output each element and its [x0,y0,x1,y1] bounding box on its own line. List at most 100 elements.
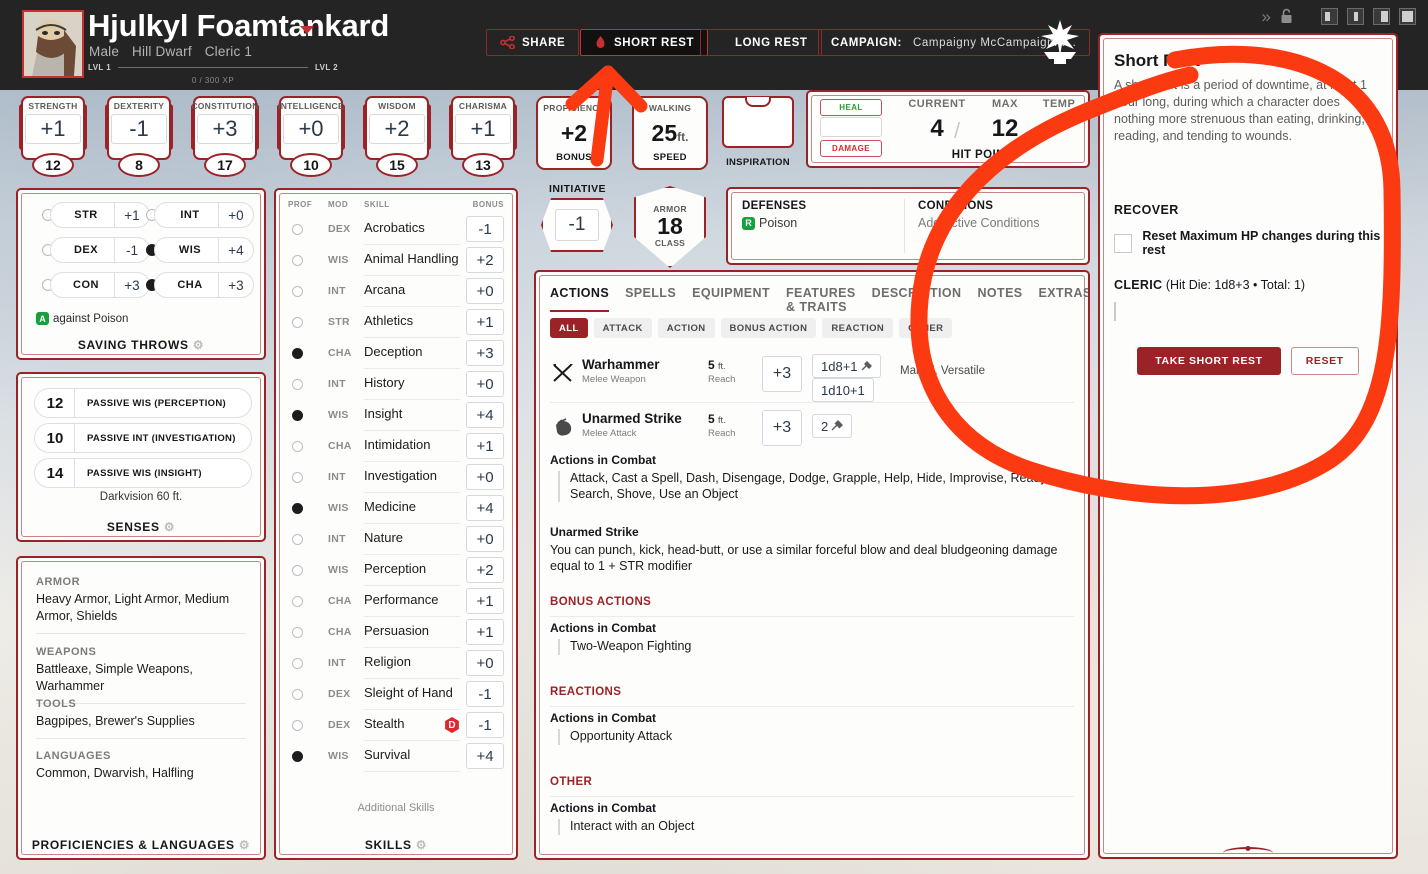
short-rest-button[interactable]: SHORT REST [580,29,709,56]
tab-notes[interactable]: NOTES [977,286,1022,312]
skill-row[interactable]: INT Investigation +0 [288,462,504,493]
skill-bonus[interactable]: +3 [466,340,504,366]
attack-damage-primary[interactable]: 1d8+1 [812,354,881,378]
skill-row[interactable]: WIS Survival +4 [288,741,504,772]
attack-to-hit[interactable]: +3 [762,356,802,392]
tab-equipment[interactable]: EQUIPMENT [692,286,770,312]
heal-button[interactable]: HEAL [820,99,882,116]
saving-throw-int[interactable]: INT +0 [146,202,254,228]
saving-throw-cha[interactable]: CHA +3 [146,272,254,298]
skill-bonus[interactable]: -1 [466,712,504,738]
ability-wisdom[interactable]: WISDOM +2 15 [360,96,434,177]
proficiency-dot[interactable] [292,503,303,514]
reset-max-hp-row[interactable]: Reset Maximum HP changes during this res… [1114,229,1396,257]
skill-row[interactable]: CHA Performance +1 [288,586,504,617]
collapse-right-icon[interactable]: » [1262,8,1271,25]
lock-icon[interactable] [1280,8,1293,24]
ability-charisma[interactable]: CHARISMA +1 13 [446,96,520,177]
skill-row[interactable]: DEX Sleight of Hand -1 [288,679,504,710]
skill-bonus[interactable]: +0 [466,371,504,397]
skill-bonus[interactable]: -1 [466,681,504,707]
skill-bonus[interactable]: +4 [466,743,504,769]
layout-full-icon[interactable] [1399,7,1416,25]
proficiency-dot[interactable] [292,658,303,669]
hit-die-checkbox-row[interactable] [1114,302,1116,321]
skill-bonus[interactable]: +2 [466,557,504,583]
hp-temp[interactable]: TEMP -- [1030,98,1088,136]
additional-skills-link[interactable]: Additional Skills [276,802,516,814]
proficiency-dot[interactable] [292,348,303,359]
skill-row[interactable]: CHA Intimidation +1 [288,431,504,462]
walking-speed-box[interactable]: WALKING 25ft. SPEED [632,96,708,170]
proficiency-dot[interactable] [292,410,303,421]
skill-bonus[interactable]: +2 [466,247,504,273]
tab-extras[interactable]: EXTRAS [1039,286,1088,312]
hp-amount-input[interactable] [820,117,882,137]
chevron-down-icon[interactable] [300,26,314,34]
saving-throw-con[interactable]: CON +3 [42,272,150,298]
proficiency-dot[interactable] [292,720,303,731]
tab-description[interactable]: DESCRIPTION [872,286,962,312]
skill-bonus[interactable]: +4 [466,402,504,428]
skill-bonus[interactable]: +0 [466,526,504,552]
skill-bonus[interactable]: +1 [466,309,504,335]
take-short-rest-button[interactable]: TAKE SHORT REST [1137,347,1281,375]
tab-actions[interactable]: ACTIONS [550,286,610,312]
attack-row-warhammer[interactable]: Warhammer Melee Weapon 5 ft. Reach +3 1d… [550,352,1074,402]
proficiency-dot[interactable] [292,255,303,266]
reset-max-hp-checkbox[interactable] [1114,233,1133,253]
ability-dexterity[interactable]: DEXTERITY -1 8 [102,96,176,177]
skill-bonus[interactable]: +1 [466,588,504,614]
skill-row[interactable]: CHA Deception +3 [288,338,504,369]
skill-row[interactable]: DEX Acrobatics -1 [288,214,504,245]
filter-other[interactable]: OTHER [899,318,953,338]
dice-anvil-icon[interactable] [1038,18,1082,66]
sense-passive-perception[interactable]: 12 PASSIVE WIS (PERCEPTION) [34,388,252,418]
long-rest-button[interactable]: LONG REST [700,29,822,56]
skill-row[interactable]: CHA Persuasion +1 [288,617,504,648]
layout-split-icon[interactable] [1373,7,1390,25]
damage-button[interactable]: DAMAGE [820,140,882,157]
defenses-section[interactable]: DEFENSES R Poison [742,200,806,230]
avatar[interactable] [22,10,84,78]
panel-drag-handle[interactable] [1223,847,1273,859]
hit-die-checkbox[interactable] [1114,302,1116,321]
tab-spells[interactable]: SPELLS [625,286,676,312]
tab-features-traits[interactable]: FEATURES & TRAITS [786,286,856,314]
filter-attack[interactable]: ATTACK [593,318,652,338]
saving-throw-dex[interactable]: DEX -1 [42,237,150,263]
hp-current[interactable]: CURRENT 4 [900,98,974,143]
skill-bonus[interactable]: +1 [466,619,504,645]
proficiency-dot[interactable] [292,627,303,638]
attack-damage-primary[interactable]: 2 [812,414,853,438]
reset-button[interactable]: RESET [1290,347,1359,375]
proficiency-dot[interactable] [292,441,303,452]
proficiency-dot[interactable] [292,379,303,390]
saving-throw-str[interactable]: STR +1 [42,202,150,228]
proficiency-dot[interactable] [292,286,303,297]
ability-strength[interactable]: STRENGTH +1 12 [16,96,90,177]
proficiency-dot[interactable] [292,534,303,545]
attack-row-unarmed-strike[interactable]: Unarmed Strike Melee Attack 5 ft. Reach … [550,406,1074,452]
proficiency-dot[interactable] [292,224,303,235]
skill-row[interactable]: INT Arcana +0 [288,276,504,307]
gear-icon[interactable]: ⚙ [164,520,175,534]
share-button[interactable]: SHARE [486,29,580,56]
proficiency-dot[interactable] [292,565,303,576]
sense-passive-insight[interactable]: 14 PASSIVE WIS (INSIGHT) [34,458,252,488]
attack-to-hit[interactable]: +3 [762,410,802,446]
layout-center-icon[interactable] [1347,7,1364,25]
skill-bonus[interactable]: +0 [466,650,504,676]
proficiency-dot[interactable] [292,472,303,483]
filter-all[interactable]: ALL [550,318,588,338]
skill-row[interactable]: INT Nature +0 [288,524,504,555]
layout-left-collapse-icon[interactable] [1321,7,1338,25]
filter-bonus-action[interactable]: BONUS ACTION [720,318,817,338]
proficiency-dot[interactable] [292,689,303,700]
skill-row[interactable]: INT History +0 [288,369,504,400]
filter-reaction[interactable]: REACTION [822,318,894,338]
attack-damage-alt[interactable]: 1d10+1 [812,378,874,402]
skill-bonus[interactable]: +0 [466,464,504,490]
gear-icon[interactable]: ⚙ [239,838,250,852]
initiative-box[interactable]: -1 [541,198,613,252]
